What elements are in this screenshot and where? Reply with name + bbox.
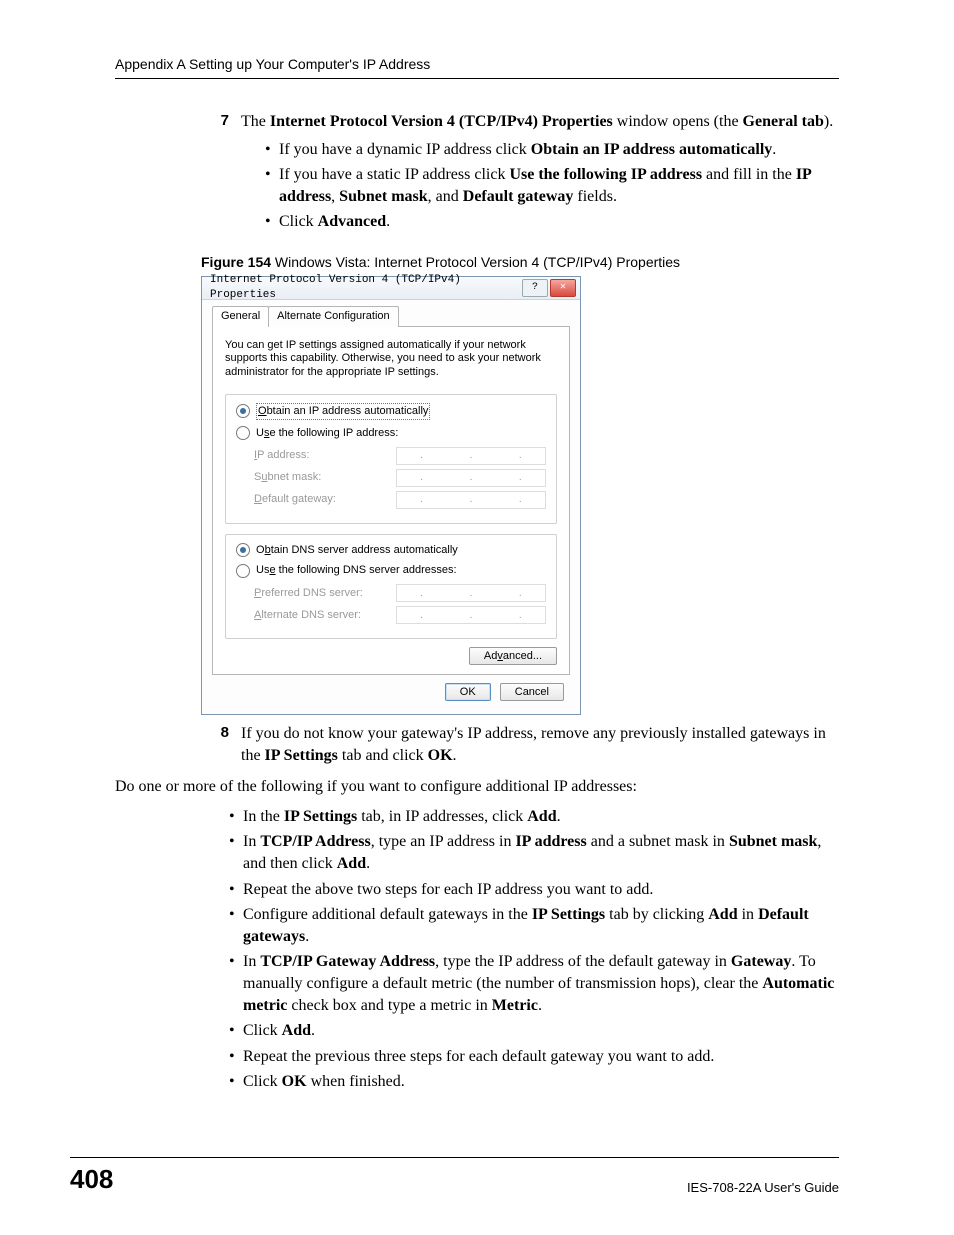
tcpip-properties-dialog: Internet Protocol Version 4 (TCP/IPv4) P… bbox=[201, 276, 581, 715]
ip-address-label: IP address: bbox=[236, 448, 396, 463]
ip-address-input[interactable]: ... bbox=[396, 447, 546, 465]
tab-general[interactable]: General bbox=[212, 306, 269, 327]
page-header: Appendix A Setting up Your Computer's IP… bbox=[115, 56, 839, 79]
subnet-mask-input[interactable]: ... bbox=[396, 469, 546, 487]
alternate-dns-label: Alternate DNS server: bbox=[236, 608, 396, 623]
radio-obtain-ip-auto[interactable]: Obtain an IP address automatically bbox=[236, 403, 546, 420]
step-8-number: 8 bbox=[201, 723, 229, 766]
radio-use-following-ip[interactable]: Use the following IP address: bbox=[236, 426, 546, 441]
dialog-title: Internet Protocol Version 4 (TCP/IPv4) P… bbox=[210, 273, 520, 303]
radio-obtain-dns-auto-label: Obtain DNS server address automatically bbox=[256, 543, 458, 558]
page-number: 408 bbox=[70, 1164, 130, 1195]
bullet-a: In the IP Settings tab, in IP addresses,… bbox=[243, 806, 839, 828]
step-8-text: If you do not know your gateway's IP add… bbox=[229, 723, 839, 766]
bullet-d: Configure additional default gateways in… bbox=[243, 904, 839, 947]
radio-icon bbox=[236, 426, 250, 440]
bullet-g: Repeat the previous three steps for each… bbox=[243, 1046, 839, 1068]
default-gateway-label: Default gateway: bbox=[236, 492, 396, 507]
dialog-titlebar: Internet Protocol Version 4 (TCP/IPv4) P… bbox=[202, 277, 580, 300]
help-icon[interactable]: ? bbox=[522, 279, 548, 297]
bullet-f: Click Add. bbox=[243, 1020, 839, 1042]
advanced-button[interactable]: Advanced... bbox=[469, 647, 557, 665]
dns-server-group: Obtain DNS server address automatically … bbox=[225, 534, 557, 640]
tab-alternate-configuration[interactable]: Alternate Configuration bbox=[268, 306, 399, 327]
bullet-b: In TCP/IP Address, type an IP address in… bbox=[243, 831, 839, 874]
ip-address-group: Obtain an IP address automatically Use t… bbox=[225, 394, 557, 524]
close-icon[interactable]: ✕ bbox=[550, 279, 576, 297]
step7-bullet-1: If you have a dynamic IP address click O… bbox=[279, 139, 839, 161]
radio-obtain-dns-auto[interactable]: Obtain DNS server address automatically bbox=[236, 543, 546, 558]
subnet-mask-label: Subnet mask: bbox=[236, 470, 396, 485]
figure-caption: Figure 154 Windows Vista: Internet Proto… bbox=[201, 253, 839, 272]
default-gateway-input[interactable]: ... bbox=[396, 491, 546, 509]
ok-button[interactable]: OK bbox=[445, 683, 491, 701]
bullet-h: Click OK when finished. bbox=[243, 1071, 839, 1093]
preferred-dns-label: Preferred DNS server: bbox=[236, 586, 396, 601]
radio-icon bbox=[236, 543, 250, 557]
radio-use-following-ip-label: Use the following IP address: bbox=[256, 426, 398, 441]
body-content: 7 The Internet Protocol Version 4 (TCP/I… bbox=[115, 111, 839, 1093]
page-footer: 408 IES-708-22A User's Guide bbox=[70, 1157, 839, 1195]
radio-icon bbox=[236, 564, 250, 578]
step7-bullet-3: Click Advanced. bbox=[279, 211, 839, 233]
header-title: Appendix A Setting up Your Computer's IP… bbox=[115, 56, 430, 72]
cancel-button[interactable]: Cancel bbox=[500, 683, 564, 701]
alternate-dns-input[interactable]: ... bbox=[396, 606, 546, 624]
radio-use-following-dns-label: Use the following DNS server addresses: bbox=[256, 563, 457, 578]
step7-bullet-2: If you have a static IP address click Us… bbox=[279, 164, 839, 207]
bullet-c: Repeat the above two steps for each IP a… bbox=[243, 879, 839, 901]
preferred-dns-input[interactable]: ... bbox=[396, 584, 546, 602]
radio-use-following-dns[interactable]: Use the following DNS server addresses: bbox=[236, 563, 546, 578]
step-7-number: 7 bbox=[201, 111, 229, 241]
guide-name: IES-708-22A User's Guide bbox=[130, 1180, 839, 1195]
dialog-description: You can get IP settings assigned automat… bbox=[225, 339, 557, 380]
radio-icon bbox=[236, 404, 250, 418]
radio-obtain-ip-auto-label: Obtain an IP address automatically bbox=[256, 403, 430, 420]
additional-config-intro: Do one or more of the following if you w… bbox=[115, 776, 839, 798]
step-7-intro: The Internet Protocol Version 4 (TCP/IPv… bbox=[241, 113, 833, 130]
bullet-e: In TCP/IP Gateway Address, type the IP a… bbox=[243, 951, 839, 1016]
